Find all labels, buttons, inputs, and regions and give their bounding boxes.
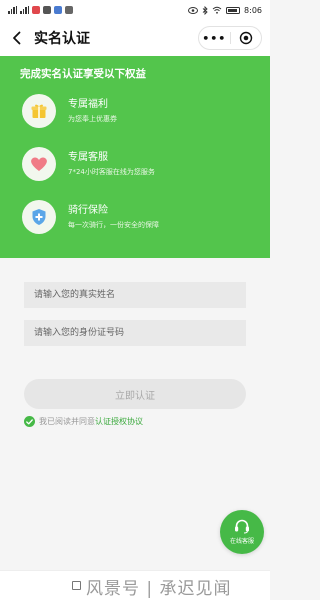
- benefit-title: 骑行保险: [68, 204, 108, 216]
- wifi-icon: [212, 6, 222, 14]
- online-service-label: 在线客服: [229, 538, 254, 545]
- benefit-title: 专属客服: [68, 151, 108, 163]
- close-miniprogram-button[interactable]: [231, 31, 262, 45]
- signal-icon: [20, 6, 29, 14]
- benefit-item: 骑行保险 每一次骑行，一份安全的保障: [22, 199, 262, 235]
- recent-apps-button[interactable]: [72, 581, 81, 590]
- benefit-icon-circle: [22, 200, 56, 234]
- agreement-text: 我已阅读并同意: [39, 417, 95, 426]
- benefits-banner: 完成实名认证享受以下权益 专属福利 为您奉上优惠券 专属客服 7*24小时客服在…: [0, 56, 270, 258]
- benefits-title: 完成实名认证享受以下权益: [20, 68, 146, 80]
- status-bar: 8:06: [0, 0, 270, 20]
- benefit-subtitle: 7*24小时客服在线为您服务: [68, 167, 155, 176]
- eye-icon: [188, 6, 199, 14]
- nav-bar: 实名认证 •••: [0, 20, 270, 56]
- headset-icon: [235, 519, 249, 534]
- status-icons: [8, 6, 73, 14]
- heart-icon: [31, 157, 47, 171]
- more-button[interactable]: •••: [199, 32, 230, 45]
- chevron-left-icon: [13, 31, 21, 45]
- agreement-checkbox[interactable]: [24, 416, 35, 427]
- id-number-input[interactable]: [24, 320, 246, 346]
- page-title: 实名认证: [34, 31, 90, 47]
- miniprogram-capsule: •••: [198, 26, 262, 50]
- notification-app-icon: [54, 6, 62, 14]
- online-service-button[interactable]: 在线客服: [220, 510, 264, 554]
- benefit-title: 专属福利: [68, 98, 108, 110]
- benefit-icon-circle: [22, 94, 56, 128]
- bluetooth-icon: [202, 5, 208, 15]
- benefit-item: 专属客服 7*24小时客服在线为您服务: [22, 146, 262, 182]
- battery-icon: [226, 6, 241, 14]
- status-time: 8:06: [244, 5, 262, 15]
- status-right: 8:06: [188, 5, 262, 15]
- benefit-subtitle: 为您奉上优惠券: [68, 114, 117, 123]
- benefit-item: 专属福利 为您奉上优惠券: [22, 93, 262, 129]
- real-name-input[interactable]: [24, 282, 246, 308]
- back-button[interactable]: [2, 20, 32, 56]
- agreement-row: 我已阅读并同意 认证授权协议: [24, 416, 143, 427]
- benefit-subtitle: 每一次骑行，一份安全的保障: [68, 220, 159, 229]
- gift-icon: [31, 104, 47, 118]
- benefit-icon-circle: [22, 147, 56, 181]
- system-nav-bar: 风景号 | 承迟见闻: [0, 570, 270, 600]
- checkmark-icon: [26, 418, 33, 424]
- shield-plus-icon: [32, 209, 46, 225]
- notification-app-icon: [43, 6, 51, 14]
- verify-button[interactable]: 立即认证: [24, 379, 246, 409]
- target-close-icon: [239, 31, 252, 45]
- agreement-link[interactable]: 认证授权协议: [95, 416, 143, 427]
- notification-app-icon: [32, 6, 40, 14]
- notification-app-icon: [65, 6, 73, 14]
- watermark: 风景号 | 承迟见闻: [86, 579, 232, 599]
- signal-icon: [8, 6, 17, 14]
